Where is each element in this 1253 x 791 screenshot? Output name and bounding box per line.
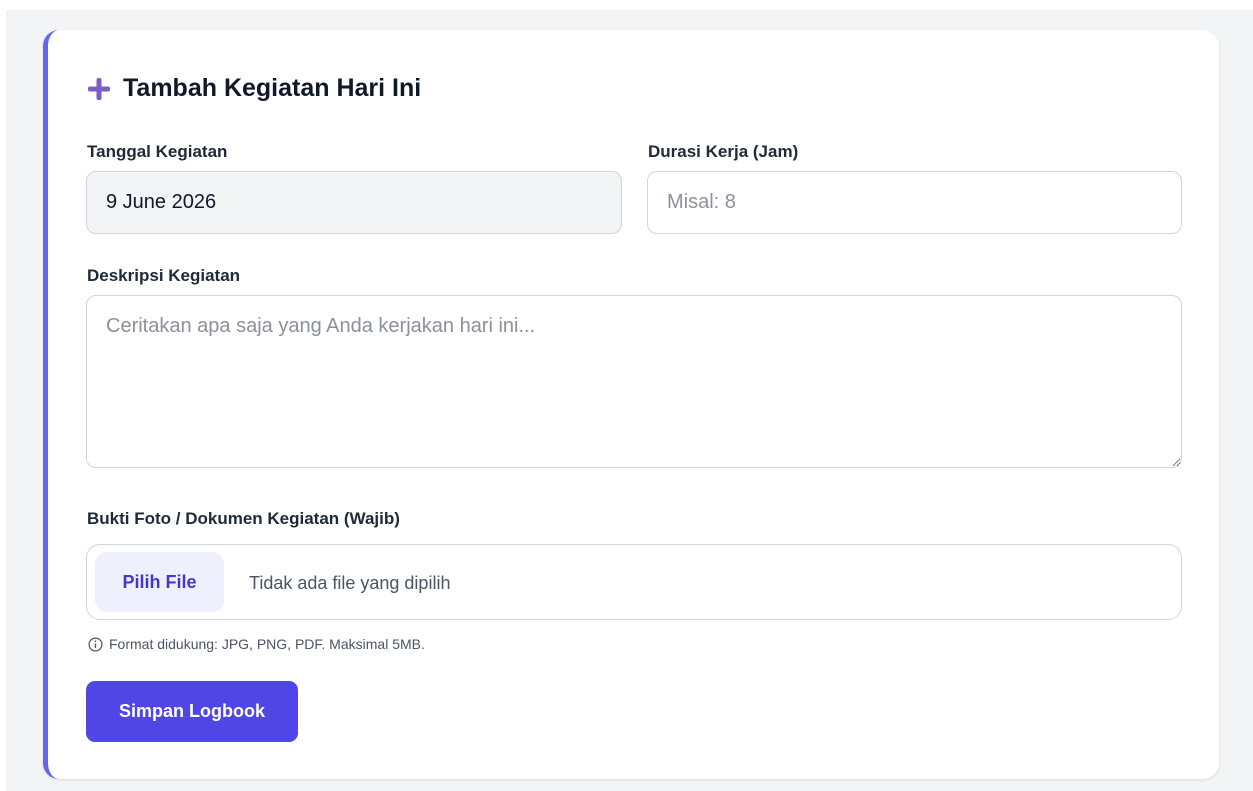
duration-label: Durasi Kerja (Jam) bbox=[648, 142, 799, 161]
file-format-hint-text: Format didukung: JPG, PNG, PDF. Maksimal… bbox=[109, 636, 425, 652]
date-label: Tanggal Kegiatan bbox=[87, 142, 228, 161]
file-status-text: Tidak ada file yang dipilih bbox=[249, 573, 451, 593]
duration-input[interactable] bbox=[647, 171, 1182, 234]
form-heading: Tambah Kegiatan Hari Ini bbox=[87, 74, 421, 103]
choose-file-button[interactable]: Pilih File bbox=[95, 552, 224, 612]
date-field[interactable] bbox=[86, 171, 622, 234]
file-upload-input[interactable]: Pilih File Tidak ada file yang dipilih bbox=[86, 544, 1182, 620]
save-logbook-button[interactable]: Simpan Logbook bbox=[86, 681, 298, 742]
description-textarea[interactable] bbox=[86, 295, 1182, 468]
info-icon bbox=[88, 637, 103, 652]
form-title: Tambah Kegiatan Hari Ini bbox=[123, 74, 422, 102]
evidence-label: Bukti Foto / Dokumen Kegiatan (Wajib) bbox=[87, 509, 400, 528]
file-format-hint: Format didukung: JPG, PNG, PDF. Maksimal… bbox=[88, 636, 425, 652]
description-label: Deskripsi Kegiatan bbox=[87, 266, 241, 285]
plus-icon bbox=[87, 77, 111, 101]
